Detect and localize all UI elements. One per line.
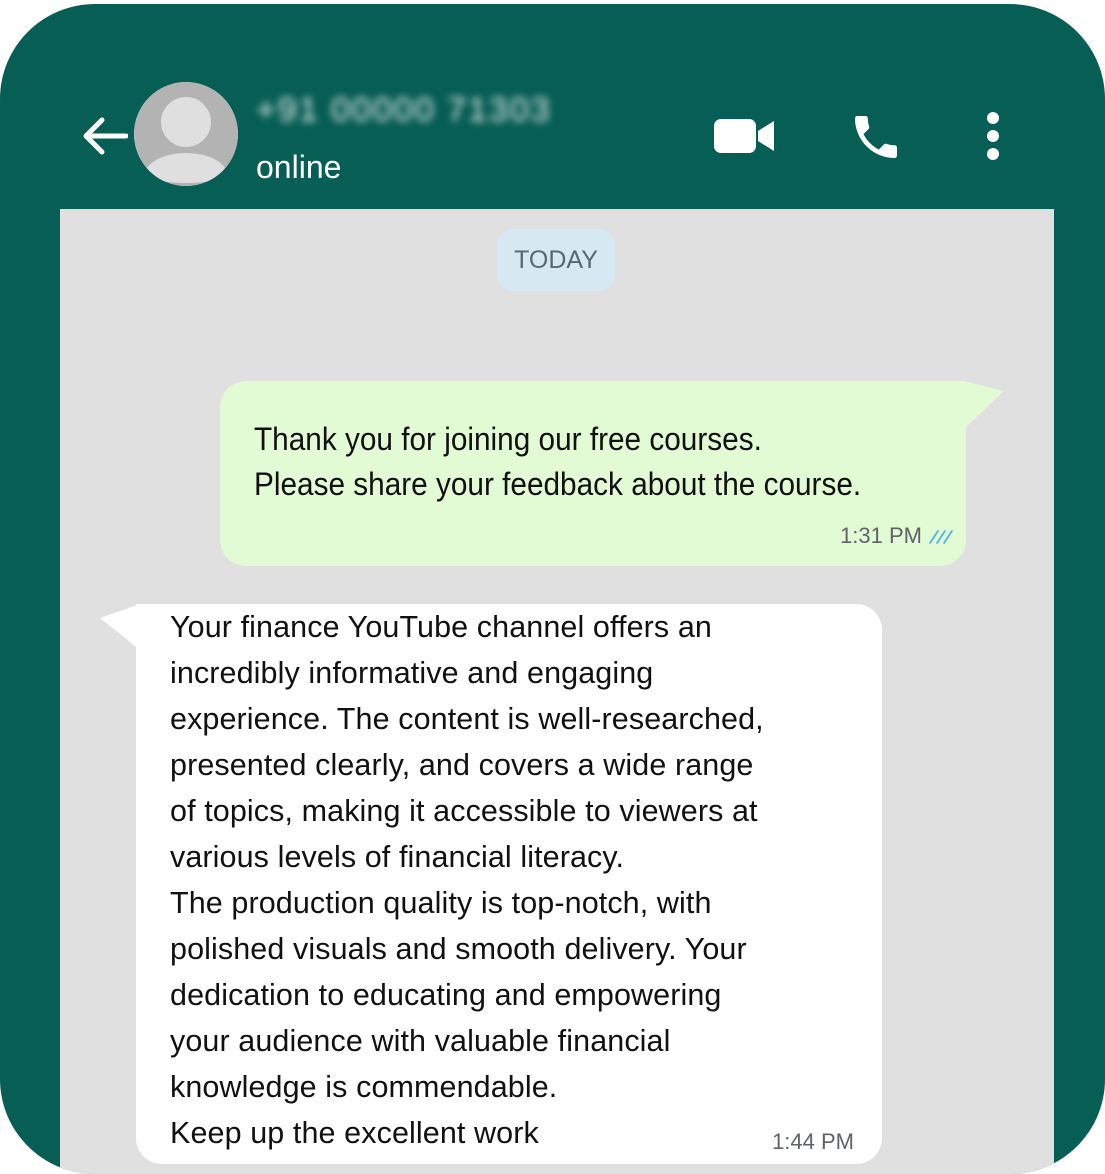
message-line: experience. The content is well-research…	[170, 702, 764, 736]
incoming-message[interactable]: Your finance YouTube channel offers an i…	[136, 604, 882, 1164]
outgoing-bubble-tail	[964, 381, 1004, 429]
message-line: The production quality is top-notch, wit…	[170, 886, 712, 920]
message-line: various levels of financial literacy.	[170, 840, 625, 874]
message-line: your audience with valuable financial	[170, 1024, 671, 1058]
message-line: polished visuals and smooth delivery. Yo…	[170, 932, 747, 966]
phone-frame: +91 00000 71303 online TODAY Thank you f…	[0, 4, 1105, 1174]
message-line: incredibly informative and engaging	[170, 656, 654, 690]
contact-status: online	[256, 149, 342, 185]
message-line: of topics, making it accessible to viewe…	[170, 794, 758, 828]
message-line: Please share your feedback about the cou…	[254, 466, 862, 502]
video-call-icon[interactable]	[714, 117, 774, 155]
message-line: Your finance YouTube channel offers an	[170, 610, 712, 644]
incoming-message-text: Your finance YouTube channel offers an i…	[170, 604, 870, 1156]
contact-name-text: +91 00000 71303	[256, 91, 552, 129]
incoming-bubble-tail	[100, 604, 140, 650]
message-time: 1:44 PM	[772, 1129, 854, 1154]
contact-avatar[interactable]	[134, 82, 238, 186]
message-line: Keep up the excellent work	[170, 1116, 539, 1150]
outgoing-message-text: Thank you for joining our free courses. …	[254, 417, 905, 507]
outgoing-message-meta: 1:31 PM	[840, 522, 954, 550]
double-check-read-icon	[929, 530, 953, 545]
message-time: 1:31 PM	[840, 523, 922, 548]
default-user-avatar-icon	[134, 82, 238, 186]
outgoing-message[interactable]: Thank you for joining our free courses. …	[220, 381, 966, 566]
message-line: knowledge is commendable.	[170, 1070, 558, 1104]
date-separator: TODAY	[497, 229, 615, 291]
message-line: presented clearly, and covers a wide ran…	[170, 748, 754, 782]
contact-name[interactable]: +91 00000 71303	[256, 88, 586, 132]
voice-call-icon[interactable]	[848, 109, 904, 165]
message-line: dedication to educating and empowering	[170, 978, 722, 1012]
more-options-icon[interactable]	[978, 110, 1008, 162]
back-arrow-icon[interactable]	[80, 114, 128, 158]
chat-area[interactable]: TODAY Thank you for joining our free cou…	[60, 209, 1054, 1174]
message-line: Thank you for joining our free courses.	[254, 421, 762, 457]
